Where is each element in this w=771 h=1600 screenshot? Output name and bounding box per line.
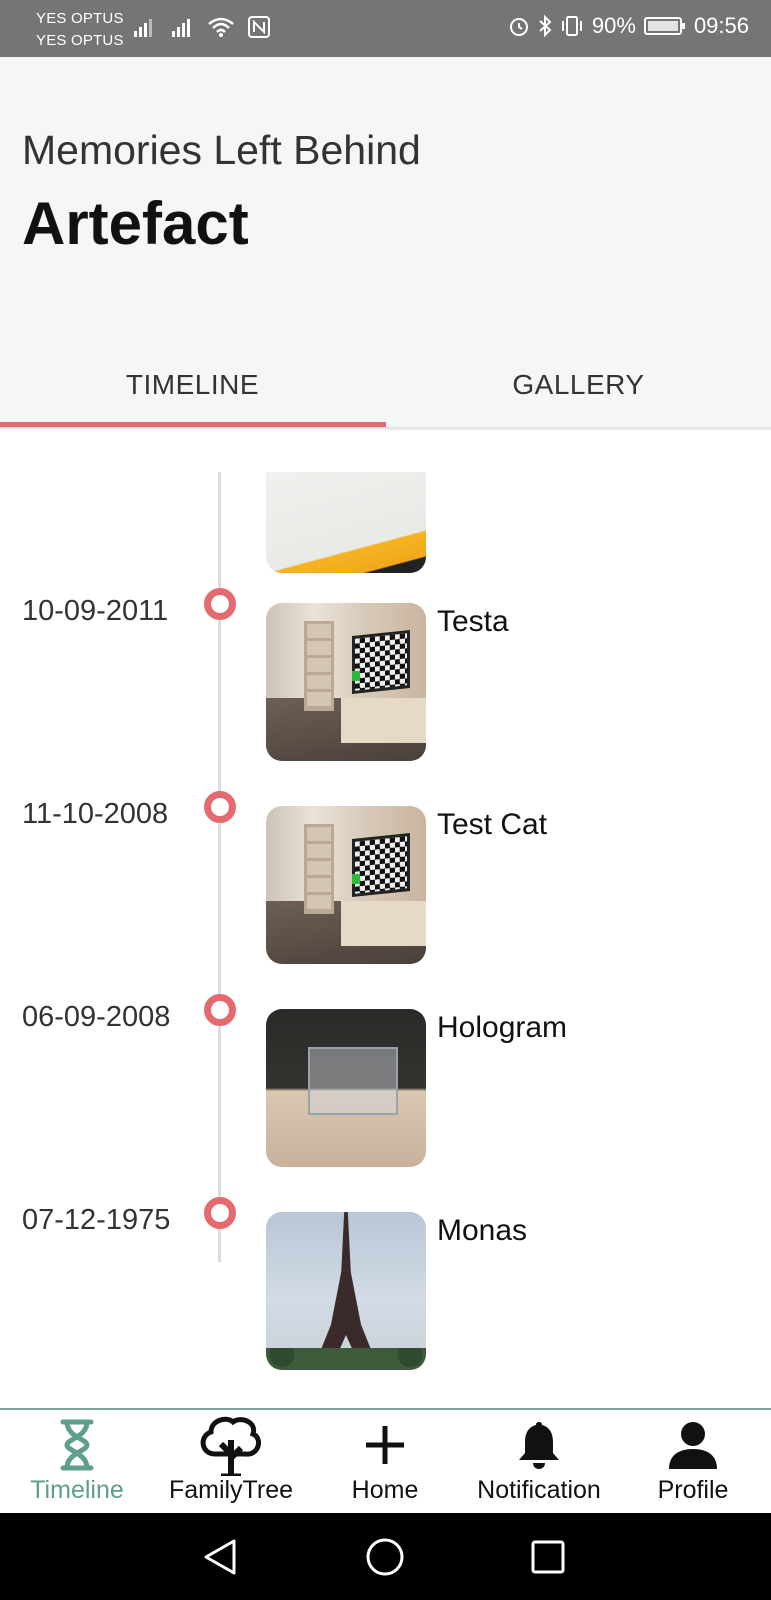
entry-title[interactable]: Testa: [437, 605, 509, 639]
nav-label: Notification: [477, 1476, 601, 1504]
timeline-dot: [204, 994, 236, 1026]
artefact-thumbnail[interactable]: [266, 1009, 426, 1167]
timeline-dot: [204, 588, 236, 620]
artefact-thumbnail[interactable]: [266, 603, 426, 761]
status-bar: YES OPTUS YES OPTUS 90% 09:56: [0, 0, 771, 57]
nav-timeline[interactable]: Timeline: [0, 1410, 154, 1515]
screen: YES OPTUS YES OPTUS 90% 09:56 Memories L…: [0, 0, 771, 1600]
tab-bar: TIMELINE GALLERY: [0, 342, 771, 427]
system-nav-bar: [0, 1513, 771, 1600]
status-right: 90% 09:56: [508, 13, 749, 39]
entry-title[interactable]: Monas: [437, 1214, 527, 1248]
carrier-1-label: YES OPTUS: [36, 10, 124, 27]
battery-icon: [643, 17, 685, 35]
network-icons: [132, 16, 270, 38]
back-button[interactable]: [198, 1535, 242, 1579]
timeline-entry[interactable]: 06-09-2008 Hologram: [0, 994, 771, 1171]
back-icon: [204, 1539, 236, 1575]
nav-label: Timeline: [30, 1476, 124, 1504]
page-subtitle: Memories Left Behind: [22, 127, 421, 173]
person-icon: [669, 1422, 717, 1469]
signal-icon: [134, 19, 152, 37]
bluetooth-icon: [539, 15, 552, 37]
entry-date: 11-10-2008: [22, 798, 169, 830]
app-header: Memories Left Behind Artefact TIMELINE G…: [0, 57, 771, 427]
artefact-thumbnail[interactable]: [266, 806, 426, 964]
timeline-entry[interactable]: 07-12-1975 Monas: [0, 1197, 771, 1374]
nav-label: FamilyTree: [168, 1476, 294, 1504]
nav-label: Profile: [657, 1476, 729, 1504]
alarm-icon: [509, 18, 528, 36]
recents-icon: [531, 1540, 565, 1574]
wifi-icon: [208, 17, 234, 37]
entry-date: 07-12-1975: [22, 1204, 171, 1236]
entry-date: 10-09-2011: [22, 595, 169, 627]
recents-button[interactable]: [526, 1535, 570, 1579]
artefact-thumbnail-partial[interactable]: [266, 472, 426, 573]
timeline-entry[interactable]: 10-09-2011 Testa: [0, 588, 771, 765]
entry-title[interactable]: Test Cat: [437, 808, 547, 842]
tree-icon: [200, 1416, 262, 1476]
timeline-entry[interactable]: 11-10-2008 Test Cat: [0, 791, 771, 968]
nav-notification[interactable]: Notification: [462, 1410, 616, 1515]
nav-profile[interactable]: Profile: [616, 1410, 770, 1515]
nav-home[interactable]: Home: [308, 1410, 462, 1515]
carrier-2-label: YES OPTUS: [36, 32, 124, 49]
tab-gallery[interactable]: GALLERY: [386, 342, 771, 427]
timeline-dot: [204, 1197, 236, 1229]
bottom-navigation: Timeline FamilyTree Home Notification Pr…: [0, 1408, 771, 1513]
carriers: YES OPTUS YES OPTUS: [36, 8, 124, 52]
vibrate-icon: [561, 16, 582, 36]
home-button[interactable]: [363, 1535, 407, 1579]
nav-label: Home: [351, 1476, 419, 1504]
entry-date: 06-09-2008: [22, 1001, 171, 1033]
plus-icon: [366, 1426, 404, 1464]
tab-timeline[interactable]: TIMELINE: [0, 342, 385, 427]
signal-icon: [172, 19, 190, 37]
entry-title[interactable]: Hologram: [437, 1011, 567, 1045]
clock: 09:56: [693, 13, 749, 38]
timeline-dot: [204, 791, 236, 823]
home-circle-icon: [366, 1538, 404, 1576]
timeline-list[interactable]: 10-09-2011 Testa 11-10-2008 Test Cat 06-…: [0, 432, 771, 1408]
bell-icon: [519, 1422, 559, 1469]
nfc-icon: [248, 16, 270, 38]
nav-familytree[interactable]: FamilyTree: [154, 1410, 308, 1515]
battery-percent: 90%: [591, 13, 636, 38]
header-shadow: [0, 427, 771, 431]
artefact-thumbnail[interactable]: [266, 1212, 426, 1370]
hourglass-icon: [60, 1419, 94, 1471]
page-title: Artefact: [22, 190, 249, 257]
